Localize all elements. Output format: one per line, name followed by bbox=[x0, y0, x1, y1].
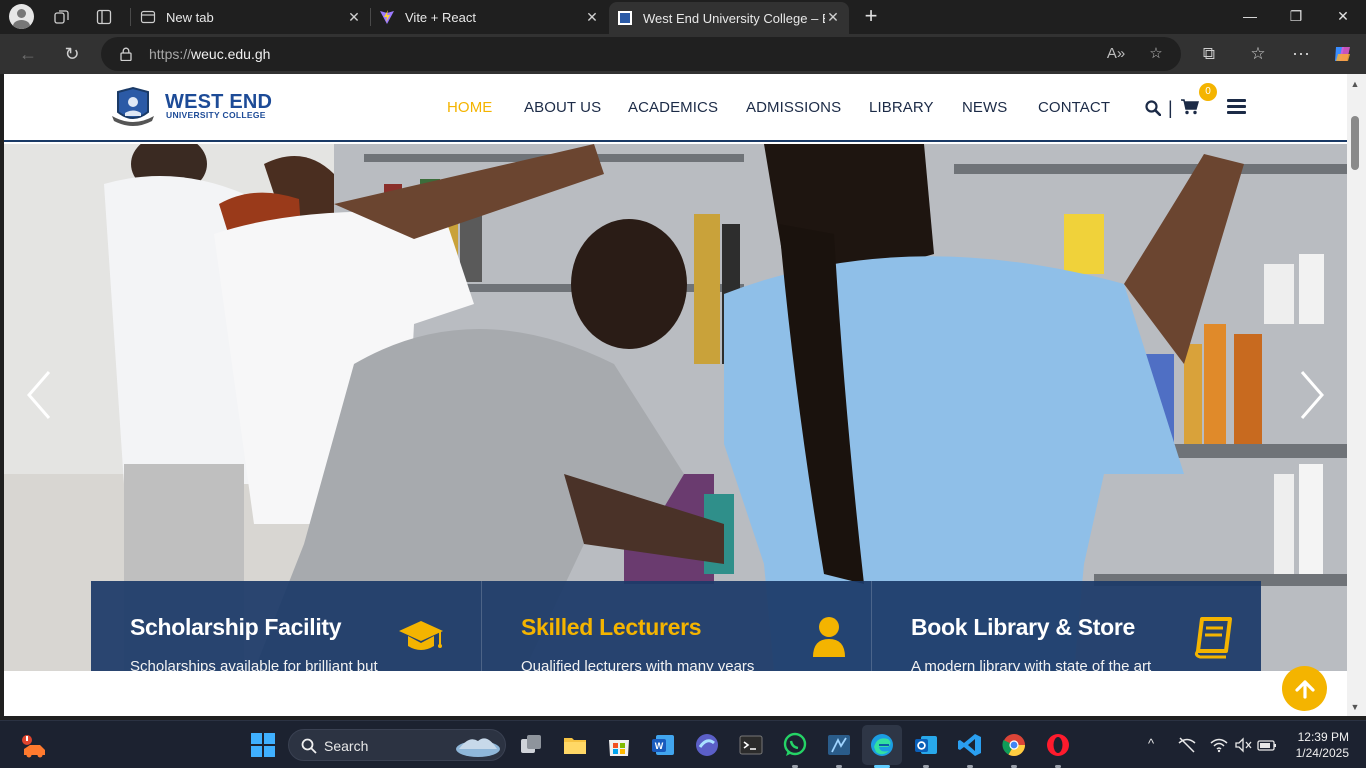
feature-text: A modern library with state of the art t… bbox=[911, 658, 1152, 671]
feature-title: Scholarship Facility bbox=[130, 614, 342, 640]
feature-title: Skilled Lecturers bbox=[521, 614, 702, 640]
address-bar[interactable]: https://weuc.edu.gh A» ☆ bbox=[101, 37, 1181, 71]
whatsapp-icon[interactable] bbox=[782, 732, 808, 758]
more-menu-icon[interactable]: ⋯ bbox=[1290, 43, 1312, 65]
copilot-app-icon[interactable] bbox=[694, 732, 720, 758]
edge-icon[interactable] bbox=[869, 732, 895, 758]
taskbar-search-box[interactable]: Search bbox=[288, 729, 506, 761]
tab-new-tab[interactable]: New tab ✕ bbox=[132, 2, 370, 32]
read-aloud-icon[interactable]: A» bbox=[1106, 44, 1126, 64]
hamburger-menu-icon[interactable] bbox=[1227, 99, 1246, 114]
weuc-logo-icon[interactable] bbox=[110, 86, 156, 128]
terminal-icon[interactable] bbox=[738, 732, 764, 758]
graduation-cap-icon bbox=[399, 621, 443, 650]
tab-title: New tab bbox=[166, 9, 214, 25]
site-header: WEST END UNIVERSITY COLLEGE HOME ABOUT U… bbox=[4, 74, 1347, 142]
windows-taskbar: Search W ^ 12:39 PM 1/24/2025 bbox=[0, 720, 1366, 768]
new-tab-button[interactable]: + bbox=[860, 5, 882, 27]
favorites-icon[interactable]: ☆ bbox=[1247, 43, 1269, 65]
search-label: Search bbox=[324, 738, 369, 754]
search-icon bbox=[301, 738, 317, 754]
nav-home[interactable]: HOME bbox=[447, 99, 492, 116]
clock-time: 12:39 PM bbox=[1297, 730, 1349, 744]
battery-charging-icon[interactable] bbox=[1257, 737, 1277, 753]
feature-lecturers: Skilled Lecturers Qualified lecturers wi… bbox=[481, 581, 871, 671]
back-icon[interactable]: ← bbox=[17, 43, 39, 65]
windows-start-icon[interactable] bbox=[250, 732, 276, 758]
new-tab-favicon-icon bbox=[140, 10, 156, 24]
tab-title: West End University College – Bri bbox=[643, 10, 825, 26]
scroll-down-icon[interactable]: ▼ bbox=[1350, 702, 1360, 712]
volume-muted-icon[interactable] bbox=[1234, 737, 1252, 753]
show-hidden-icons-chevron-icon[interactable]: ^ bbox=[1148, 736, 1154, 751]
weuc-favicon-icon bbox=[618, 11, 632, 25]
scroll-thumb[interactable] bbox=[1351, 116, 1359, 170]
microsoft-store-icon[interactable] bbox=[606, 732, 632, 758]
chrome-icon[interactable] bbox=[1001, 732, 1027, 758]
nav-library[interactable]: LIBRARY bbox=[869, 99, 934, 116]
favorite-star-icon[interactable]: ☆ bbox=[1146, 44, 1166, 64]
scroll-up-icon[interactable]: ▲ bbox=[1350, 79, 1360, 89]
clock-date: 1/24/2025 bbox=[1295, 746, 1349, 760]
nav-admissions[interactable]: ADMISSIONS bbox=[746, 99, 841, 116]
refresh-icon[interactable]: ↻ bbox=[61, 43, 83, 65]
close-icon[interactable]: ✕ bbox=[825, 9, 841, 25]
alert-app-icon[interactable] bbox=[20, 733, 46, 759]
book-icon bbox=[1194, 617, 1232, 659]
word-icon[interactable]: W bbox=[650, 732, 676, 758]
browser-tab-strip: New tab ✕ Vite + React ✕ West End Univer… bbox=[0, 0, 1366, 34]
lock-icon bbox=[120, 47, 132, 61]
browser-toolbar: ← ↻ https://weuc.edu.gh A» ☆ ⧉ ☆ ⋯ bbox=[0, 34, 1366, 74]
workspaces-icon[interactable] bbox=[51, 6, 73, 28]
task-view-icon[interactable] bbox=[518, 732, 544, 758]
brand-subtitle: UNIVERSITY COLLEGE bbox=[166, 110, 266, 120]
nav-news[interactable]: NEWS bbox=[962, 99, 1007, 116]
close-icon[interactable]: ✕ bbox=[346, 9, 362, 25]
features-band: Scholarship Facility Scholarships availa… bbox=[91, 581, 1261, 671]
vite-logo-icon bbox=[380, 10, 394, 24]
opera-icon[interactable] bbox=[1045, 732, 1071, 758]
system-clock[interactable]: 12:39 PM 1/24/2025 bbox=[1285, 729, 1349, 761]
slider-next-arrow-icon[interactable] bbox=[1299, 370, 1325, 420]
nav-academics[interactable]: ACADEMICS bbox=[628, 99, 718, 116]
feature-title: Book Library & Store bbox=[911, 614, 1136, 640]
snipping-tool-icon[interactable] bbox=[826, 732, 852, 758]
arrow-up-icon bbox=[1294, 679, 1315, 699]
nav-contact[interactable]: CONTACT bbox=[1038, 99, 1110, 116]
extensions-icon[interactable]: ⧉ bbox=[1198, 43, 1220, 65]
close-icon[interactable]: ✕ bbox=[584, 9, 600, 25]
feature-text: Qualified lecturers with many years teac… bbox=[521, 658, 755, 671]
cart-icon[interactable] bbox=[1181, 99, 1199, 115]
close-window-icon[interactable]: ✕ bbox=[1333, 8, 1353, 25]
copilot-icon[interactable] bbox=[1332, 43, 1354, 65]
network-off-icon[interactable] bbox=[1178, 737, 1196, 753]
page-scrollbar[interactable]: ▲ ▼ bbox=[1347, 74, 1366, 716]
feature-text: Scholarships available for brilliant but… bbox=[130, 658, 378, 671]
page-viewport: WEST END UNIVERSITY COLLEGE HOME ABOUT U… bbox=[4, 74, 1347, 716]
file-explorer-icon[interactable] bbox=[562, 732, 588, 758]
search-highlight-icon bbox=[456, 738, 500, 757]
tab-title: Vite + React bbox=[405, 9, 476, 25]
hero-slider: Scholarship Facility Scholarships availa… bbox=[4, 144, 1347, 671]
header-divider: | bbox=[1168, 98, 1173, 118]
minimize-icon[interactable]: — bbox=[1240, 8, 1260, 24]
restore-icon[interactable]: ❐ bbox=[1286, 8, 1306, 25]
tab-west-end-university[interactable]: West End University College – Bri ✕ bbox=[609, 2, 849, 34]
vertical-tabs-icon[interactable] bbox=[93, 6, 115, 28]
vscode-icon[interactable] bbox=[957, 732, 983, 758]
wifi-icon[interactable] bbox=[1210, 737, 1228, 753]
user-icon bbox=[813, 617, 845, 657]
search-icon[interactable] bbox=[1145, 100, 1161, 116]
feature-scholarship: Scholarship Facility Scholarships availa… bbox=[91, 581, 481, 671]
nav-about-us[interactable]: ABOUT US bbox=[524, 99, 601, 116]
back-to-top-button[interactable] bbox=[1282, 666, 1327, 711]
slider-prev-arrow-icon[interactable] bbox=[26, 370, 52, 420]
cart-count-badge: 0 bbox=[1199, 83, 1217, 101]
svg-text:W: W bbox=[655, 741, 664, 751]
outlook-icon[interactable] bbox=[913, 732, 939, 758]
profile-avatar[interactable] bbox=[9, 4, 34, 29]
url-text: https://weuc.edu.gh bbox=[149, 46, 271, 62]
tab-vite-react[interactable]: Vite + React ✕ bbox=[371, 2, 608, 32]
feature-library: Book Library & Store A modern library wi… bbox=[871, 581, 1261, 671]
